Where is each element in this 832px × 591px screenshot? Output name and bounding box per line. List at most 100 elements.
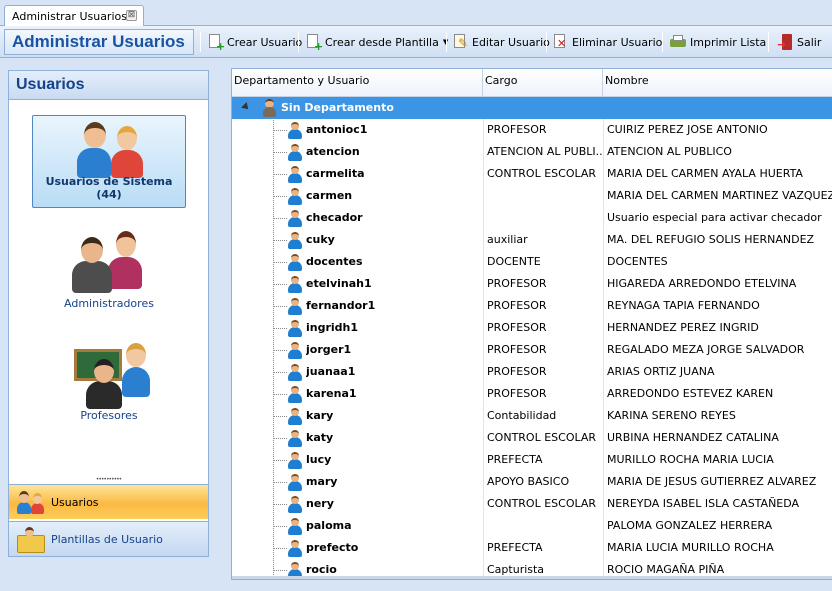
table-row[interactable]: jorger1 PROFESOR REGALADO MEZA JORGE SALVA… [232, 339, 832, 361]
teachers-item[interactable]: Profesores [32, 335, 186, 428]
user-cell: juanaa1 [306, 365, 356, 378]
tree-connector [273, 196, 287, 197]
close-icon[interactable]: ⊠ [126, 10, 137, 21]
table-row[interactable]: antonioc1 PROFESOR CUIRIZ PEREZ JOSE ANTON… [232, 119, 832, 141]
teachers-label: Profesores [80, 409, 138, 422]
table-row[interactable]: atencion ATENCION AL PUBLI... ATENCION AL … [232, 141, 832, 163]
group-label: Sin Departamento [281, 97, 483, 119]
table-row[interactable]: carmen MARIA DEL CARMEN MARTINEZ VAZQUEZ [232, 185, 832, 207]
tree-connector [273, 394, 287, 395]
table-row[interactable]: ingridh1 PROFESOR HERNANDEZ PEREZ INGRID [232, 317, 832, 339]
tree-connector [273, 504, 287, 505]
user-cell: katy [306, 431, 334, 444]
tree-connector [273, 218, 287, 219]
user-cell: kary [306, 409, 334, 422]
cargo-cell: DOCENTE [487, 255, 541, 268]
table-row[interactable]: nery CONTROL ESCOLAR NEREYDA ISABEL ISLA C… [232, 493, 832, 515]
table-row[interactable]: juanaa1 PROFESOR ARIAS ORTIZ JUANA [232, 361, 832, 383]
tab-administrar-usuarios[interactable]: Administrar Usuarios ⊠ [4, 5, 144, 27]
table-row[interactable]: checador Usuario especial para activar ch… [232, 207, 832, 229]
user-icon [287, 452, 303, 469]
cargo-cell: PROFESOR [487, 277, 547, 290]
column-header-cargo[interactable]: Cargo [483, 69, 603, 96]
toolbar-separator [298, 32, 299, 52]
delete-user-label: Eliminar Usuario [572, 35, 663, 49]
user-icon [287, 408, 303, 425]
user-icon [287, 188, 303, 205]
delete-user-button[interactable]: ✕ Eliminar Usuario [549, 31, 665, 53]
user-cell: cuky [306, 233, 335, 246]
user-icon [287, 430, 303, 447]
table-row[interactable]: docentes DOCENTE DOCENTES [232, 251, 832, 273]
nombre-cell: ARIAS ORTIZ JUANA [607, 365, 715, 378]
table-row[interactable]: kary Contabilidad KARINA SERENO REYES [232, 405, 832, 427]
user-icon [287, 210, 303, 227]
user-cell: mary [306, 475, 338, 488]
nombre-cell: MARIA DE JESUS GUTIERREZ ALVAREZ [607, 475, 817, 488]
nombre-cell: KARINA SERENO REYES [607, 409, 736, 422]
nombre-cell: MARIA LUCIA MURILLO ROCHA [607, 541, 774, 554]
teachers-icon [72, 339, 152, 409]
page-title: Administrar Usuarios [4, 29, 194, 55]
horizontal-scrollbar[interactable] [232, 576, 832, 579]
create-from-template-button[interactable]: + Crear desde Plantilla ▼ [302, 31, 451, 53]
users-group-icon [75, 120, 147, 180]
nav-usuarios-label: Usuarios [51, 495, 99, 509]
cargo-cell: PROFESOR [487, 343, 547, 356]
tree-connector [273, 460, 287, 461]
nombre-cell: HIGAREDA ARREDONDO ETELVINA [607, 277, 797, 290]
nav-usuarios[interactable]: Usuarios [9, 484, 208, 519]
tree-connector [273, 174, 287, 175]
administrators-item[interactable]: Administradores [32, 223, 186, 316]
exit-button[interactable]: ➜ Salir [774, 31, 824, 53]
new-from-template-icon: + [305, 34, 323, 52]
print-icon [670, 34, 686, 50]
table-row[interactable]: cuky auxiliar MA. DEL REFUGIO SOLIS HERNAN… [232, 229, 832, 251]
print-list-label: Imprimir Lista [690, 35, 767, 49]
grid-header: Departamento y Usuario Cargo Nombre [232, 69, 832, 97]
group-row-sin-departamento[interactable]: Sin Departamento [232, 97, 832, 119]
column-header-departamento-usuario[interactable]: Departamento y Usuario [232, 69, 483, 96]
splitter-grip[interactable]: •••••••••• [9, 476, 208, 484]
user-icon [287, 342, 303, 359]
toolbar-separator [200, 32, 201, 52]
user-icon [287, 144, 303, 161]
cargo-cell: CONTROL ESCOLAR [487, 431, 597, 444]
user-cell: jorger1 [306, 343, 352, 356]
user-cell: nery [306, 497, 334, 510]
document-tab-strip: Administrar Usuarios ⊠ [0, 0, 832, 27]
edit-icon: ✎ [452, 34, 468, 50]
user-cell: docentes [306, 255, 363, 268]
collapse-triangle-icon[interactable] [241, 102, 251, 112]
create-user-button[interactable]: + Crear Usuario [204, 31, 305, 53]
column-header-nombre[interactable]: Nombre [603, 69, 832, 96]
system-users-item[interactable]: Usuarios de Sistema (44) [32, 115, 186, 208]
table-row[interactable]: paloma PALOMA GONZALEZ HERRERA [232, 515, 832, 537]
nav-plantillas-de-usuario[interactable]: Plantillas de Usuario [9, 521, 208, 556]
create-user-label: Crear Usuario [227, 35, 303, 49]
cargo-cell: PROFESOR [487, 123, 547, 136]
exit-label: Salir [797, 35, 822, 49]
user-icon [287, 320, 303, 337]
tree-connector [273, 438, 287, 439]
administrators-icon [72, 227, 148, 293]
nombre-cell: HERNANDEZ PEREZ INGRID [607, 321, 759, 334]
table-row[interactable]: karena1 PROFESOR ARREDONDO ESTEVEZ KAREN [232, 383, 832, 405]
tree-connector [273, 130, 287, 131]
table-row[interactable]: prefecto PREFECTA MARIA LUCIA MURILLO ROCH… [232, 537, 832, 559]
nombre-cell: REYNAGA TAPIA FERNANDO [607, 299, 760, 312]
user-cell: karena1 [306, 387, 357, 400]
user-cell: ingridh1 [306, 321, 359, 334]
exit-icon: ➜ [777, 34, 793, 51]
nombre-cell: DOCENTES [607, 255, 668, 268]
table-row[interactable]: lucy PREFECTA MURILLO ROCHA MARIA LUCIA [232, 449, 832, 471]
table-row[interactable]: fernandor1 PROFESOR REYNAGA TAPIA FERNANDO [232, 295, 832, 317]
table-row[interactable]: carmelita CONTROL ESCOLAR MARIA DEL CARMEN… [232, 163, 832, 185]
user-cell: atencion [306, 145, 360, 158]
edit-user-button[interactable]: ✎ Editar Usuario [449, 31, 553, 53]
cargo-cell: CONTROL ESCOLAR [487, 497, 597, 510]
table-row[interactable]: mary APOYO BASICO MARIA DE JESUS GUTIERREZ… [232, 471, 832, 493]
table-row[interactable]: katy CONTROL ESCOLAR URBINA HERNANDEZ CATA… [232, 427, 832, 449]
print-list-button[interactable]: Imprimir Lista [667, 31, 769, 53]
table-row[interactable]: etelvinah1 PROFESOR HIGAREDA ARREDONDO ETE… [232, 273, 832, 295]
